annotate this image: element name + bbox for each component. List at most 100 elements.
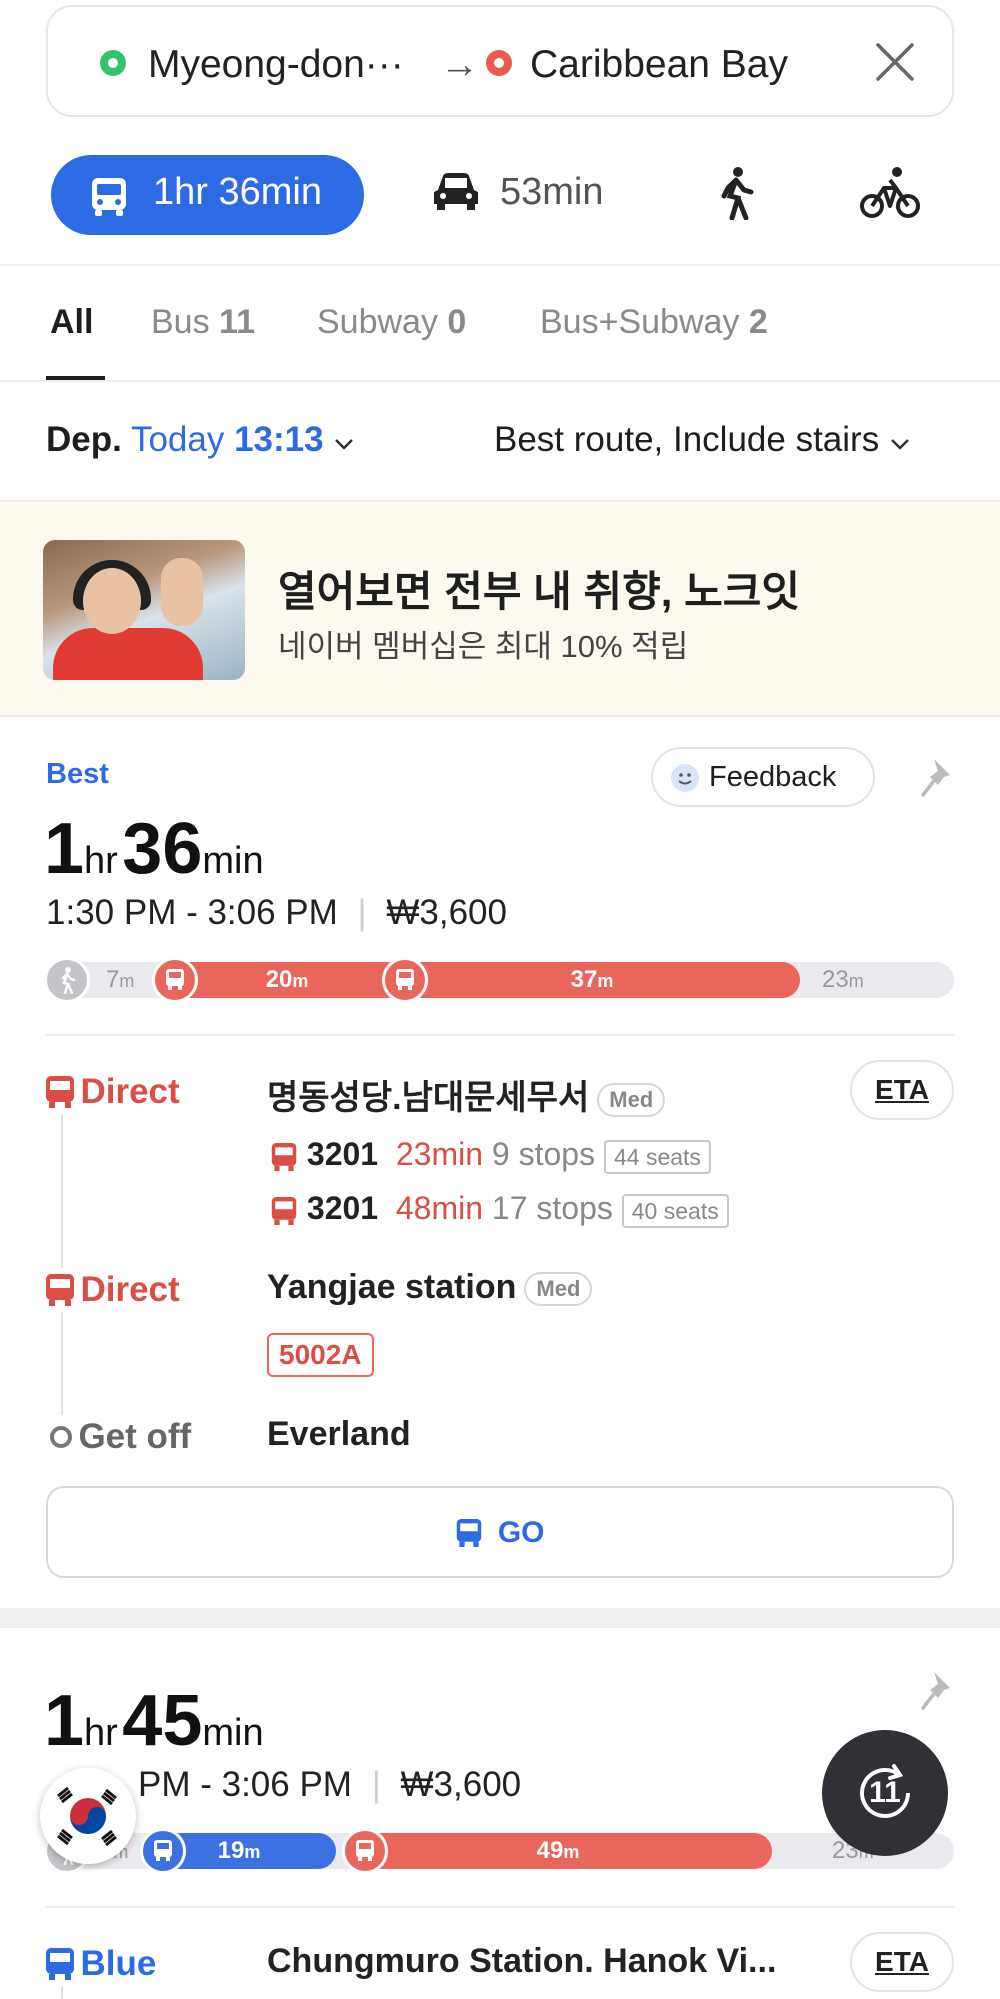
step-label: Direct	[80, 1072, 180, 1111]
walk-segment-label: 7m	[106, 966, 135, 993]
close-icon[interactable]	[874, 41, 916, 83]
route-segment-bar: 7m 20m 37m 23m	[44, 957, 954, 1003]
stop-name-text: 명동성당.남대문세무서	[267, 1079, 590, 1117]
tab-bus-count: 11	[219, 303, 255, 341]
time-fare-row: 1:30 PM - 3:06 PM | ₩3,600	[46, 893, 507, 932]
time-fare-row: PM - 3:06 PM | ₩3,600	[138, 1765, 522, 1804]
tab-subway[interactable]: Subway 0	[317, 303, 466, 342]
ad-headline: 열어보면 전부 내 취향, 노크잇	[278, 568, 801, 615]
bus-arrival-min: 23min	[395, 1136, 484, 1172]
bus-number: 3201	[306, 1136, 379, 1172]
route-search-box[interactable]: Myeong-don··· → Caribbean Bay	[46, 5, 954, 117]
duration-min-unit: min	[202, 840, 264, 882]
bus-route-badge[interactable]: 5002A	[267, 1333, 374, 1377]
tab-bus-subway-label: Bus+Subway	[540, 303, 740, 341]
smile-icon	[671, 764, 699, 792]
chevron-down-icon	[335, 439, 354, 450]
bus-stops-away: 17 stops	[491, 1190, 613, 1226]
section-separator	[0, 1608, 1000, 1628]
stop-name: 명동성당.남대문세무서 Med	[267, 1070, 666, 1119]
route-options-selector[interactable]: Best route, Include stairs	[494, 420, 911, 460]
departure-time-selector[interactable]: Dep. Today 13:13	[46, 420, 355, 460]
route-duration: 1hr 36min	[44, 808, 264, 890]
step-direct-2: Direct	[44, 1268, 180, 1312]
go-label: GO	[497, 1516, 545, 1550]
mode-tab-car-label[interactable]: 53min	[500, 171, 604, 214]
best-tag: Best	[46, 758, 109, 790]
duration-minutes: 36	[122, 809, 203, 889]
divider	[0, 380, 1000, 382]
pin-icon[interactable]	[920, 1668, 960, 1714]
flag-graphic	[57, 1786, 117, 1847]
end-point-icon	[50, 1426, 72, 1448]
ad-banner[interactable]: 열어보면 전부 내 취향, 노크잇 네이버 멤버십은 최대 10% 적립	[0, 503, 1000, 715]
korea-flag-icon[interactable]	[40, 1768, 136, 1864]
bus-icon	[382, 957, 428, 1003]
origin-label[interactable]: Myeong-don···	[148, 43, 404, 87]
bus-icon	[46, 1948, 74, 1980]
duration-min-unit: min	[202, 1712, 264, 1754]
tab-subway-label: Subway	[317, 303, 438, 341]
route-segment-bar: 5m 19m 49m 23m	[44, 1828, 954, 1874]
fare: ₩3,600	[400, 1765, 522, 1804]
walk-segment-label: 23m	[822, 966, 864, 993]
time-range: PM - 3:06 PM	[138, 1765, 352, 1804]
bus-icon	[46, 1274, 74, 1306]
origin-dot-icon	[100, 50, 126, 76]
step-label: Blue	[80, 1944, 157, 1983]
divider	[0, 500, 1000, 502]
divider	[46, 1034, 954, 1036]
dep-day: Today	[130, 420, 225, 459]
bus-icon	[92, 178, 126, 216]
pin-icon[interactable]	[920, 755, 960, 801]
eta-button[interactable]: ETA	[850, 1060, 954, 1120]
tab-all[interactable]: All	[50, 303, 93, 342]
ad-subline: 네이버 멤버십은 최대 10% 적립	[278, 629, 689, 664]
dep-time: 13:13	[234, 420, 324, 459]
eta-button[interactable]: ETA	[850, 1932, 954, 1992]
tab-bus-subway[interactable]: Bus+Subway 2	[540, 303, 768, 342]
step-direct-1: Direct	[44, 1070, 180, 1114]
bus-stops-away: 9 stops	[491, 1136, 596, 1172]
refresh-routes-button[interactable]: 11	[822, 1730, 948, 1856]
mode-tab-transit-label: 1hr 36min	[153, 171, 322, 213]
go-button[interactable]: GO	[46, 1486, 954, 1578]
bus-seats-badge: 44 seats	[603, 1139, 711, 1174]
stop-name: Yangjae station Med	[267, 1268, 593, 1307]
destination-label[interactable]: Caribbean Bay	[530, 43, 788, 87]
stop-name: Chungmuro Station. Hanok Vi...	[267, 1942, 777, 1980]
crowd-badge: Med	[597, 1083, 666, 1118]
timeline-line	[61, 1082, 63, 1442]
walk-icon	[44, 957, 90, 1003]
bus-icon	[46, 1076, 74, 1108]
bus-arrival-min: 48min	[395, 1190, 484, 1226]
step-label: Get off	[78, 1417, 192, 1456]
duration-minutes: 45	[122, 1681, 203, 1761]
bus-segment: 37m	[384, 962, 800, 998]
mode-tab-transit[interactable]: 1hr 36min	[51, 155, 364, 235]
divider	[0, 715, 1000, 717]
divider	[46, 1906, 954, 1908]
mode-tab-car[interactable]	[430, 168, 482, 217]
bicycle-icon[interactable]	[860, 166, 920, 220]
feedback-label: Feedback	[709, 761, 837, 793]
duration-hr-unit: hr	[84, 840, 118, 882]
bus-arrival-row[interactable]: 3201 48min 17 stops 40 seats	[270, 1190, 729, 1228]
car-icon	[434, 173, 478, 210]
bus-icon	[152, 957, 198, 1003]
feedback-button[interactable]: Feedback	[651, 747, 875, 807]
bus-icon	[457, 1519, 482, 1548]
bus-arrival-row[interactable]: 3201 23min 9 stops 44 seats	[270, 1136, 711, 1174]
crowd-badge: Med	[524, 1272, 593, 1307]
stop-name: Everland	[267, 1415, 411, 1453]
time-range: 1:30 PM - 3:06 PM	[46, 893, 338, 932]
bus-number: 3201	[306, 1190, 379, 1226]
bus-icon	[271, 1142, 297, 1171]
divider	[0, 264, 1000, 266]
stop-name-text: Yangjae station	[267, 1268, 517, 1306]
step-label: Direct	[80, 1270, 180, 1309]
tab-bus[interactable]: Bus 11	[151, 303, 255, 342]
walk-icon[interactable]	[718, 166, 756, 220]
chevron-down-icon	[891, 439, 909, 450]
step-get-off: Get off	[48, 1415, 192, 1459]
